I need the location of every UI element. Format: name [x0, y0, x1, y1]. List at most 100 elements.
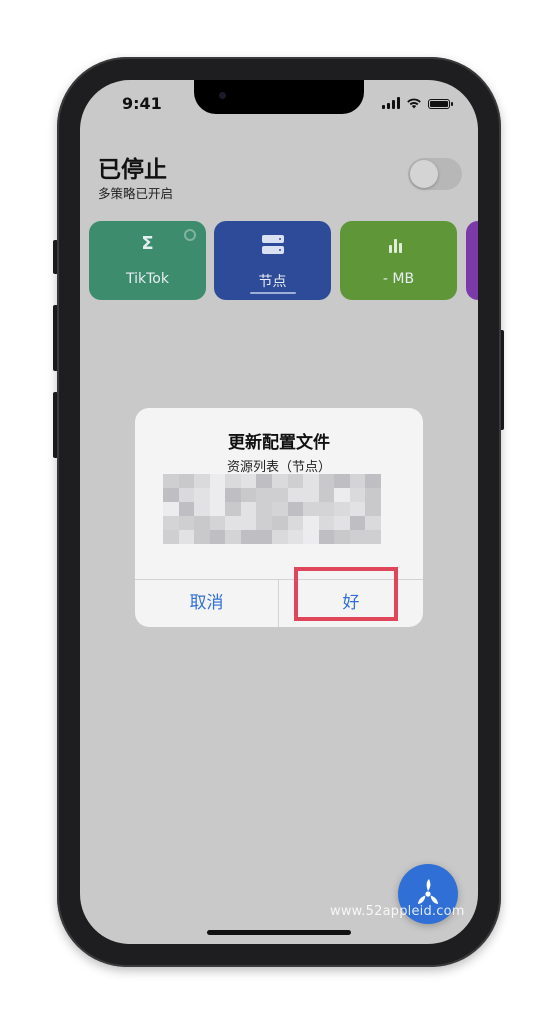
- redacted-pixel: [178, 530, 195, 544]
- ok-button-highlight: [294, 567, 398, 621]
- redacted-pixel: [225, 488, 241, 502]
- tile-label: TikTok: [126, 271, 169, 287]
- status-time: 9:41: [122, 94, 162, 113]
- dialog-title: 更新配置文件: [228, 433, 330, 453]
- redacted-pixel: [334, 474, 350, 488]
- server-icon: [262, 235, 284, 257]
- page-title: 已停止: [98, 157, 167, 183]
- redacted-pixel: [225, 502, 241, 516]
- redacted-pixel: [163, 474, 179, 488]
- redacted-pixel: [349, 530, 366, 544]
- dialog-message: 资源列表（节点）: [226, 460, 331, 475]
- redacted-pixel: [271, 516, 288, 530]
- toggle-knob: [410, 160, 438, 188]
- redacted-pixel: [318, 474, 335, 488]
- redacted-pixel: [256, 474, 272, 488]
- redacted-pixel: [178, 516, 195, 530]
- redacted-pixel: [349, 474, 366, 488]
- redacted-pixel: [334, 530, 350, 544]
- redacted-pixel: [287, 516, 304, 530]
- redacted-pixel: [349, 488, 366, 502]
- sigma-icon: Σ: [141, 233, 154, 254]
- redacted-pixel: [240, 516, 257, 530]
- redacted-pixel: [271, 530, 288, 544]
- redacted-pixel: [240, 488, 257, 502]
- redacted-pixel: [178, 474, 195, 488]
- redacted-pixel: [318, 502, 335, 516]
- redacted-pixel: [163, 488, 179, 502]
- app-screen: 9:41 已停止 多策略已开启 Σ TikTok 节点 - MB 更新配置文件: [80, 80, 478, 944]
- redacted-pixel: [271, 488, 288, 502]
- redacted-pixel: [194, 474, 210, 488]
- redacted-pixel: [240, 530, 257, 544]
- redacted-pixel: [209, 530, 226, 544]
- redacted-pixel: [271, 474, 288, 488]
- redacted-pixel: [318, 488, 335, 502]
- tile-label: 节点: [258, 274, 287, 290]
- redacted-pixel: [303, 516, 319, 530]
- redacted-pixel: [209, 474, 226, 488]
- redacted-pixel: [178, 488, 195, 502]
- redacted-pixel: [334, 502, 350, 516]
- redacted-pixel: [225, 530, 241, 544]
- redacted-pixel: [303, 502, 319, 516]
- redacted-pixel: [365, 474, 381, 488]
- redacted-pixel: [365, 516, 381, 530]
- redacted-content: [163, 474, 381, 544]
- status-icons: [382, 97, 453, 109]
- redacted-pixel: [209, 502, 226, 516]
- redacted-pixel: [240, 502, 257, 516]
- redacted-pixel: [303, 488, 319, 502]
- wifi-icon: [407, 98, 421, 109]
- tile-extra[interactable]: [466, 221, 478, 300]
- redacted-pixel: [194, 516, 210, 530]
- redacted-pixel: [256, 516, 272, 530]
- tile-tiktok[interactable]: Σ TikTok: [89, 221, 206, 300]
- home-indicator: [207, 930, 351, 935]
- redacted-pixel: [209, 488, 226, 502]
- redacted-pixel: [318, 516, 335, 530]
- proxy-toggle[interactable]: [408, 158, 462, 190]
- redacted-pixel: [287, 502, 304, 516]
- redacted-pixel: [365, 530, 381, 544]
- bar-chart-icon: [389, 237, 402, 253]
- redacted-pixel: [271, 502, 288, 516]
- redacted-pixel: [303, 474, 319, 488]
- redacted-pixel: [256, 502, 272, 516]
- redacted-pixel: [365, 488, 381, 502]
- tile-traffic[interactable]: - MB: [340, 221, 457, 300]
- tile-nodes[interactable]: 节点: [214, 221, 331, 300]
- redacted-pixel: [225, 516, 241, 530]
- tile-label: - MB: [382, 271, 415, 287]
- redacted-pixel: [349, 502, 366, 516]
- battery-icon: [428, 99, 453, 109]
- redacted-pixel: [303, 530, 319, 544]
- redacted-pixel: [256, 530, 272, 544]
- cancel-button[interactable]: 取消: [135, 580, 278, 627]
- redacted-pixel: [225, 474, 241, 488]
- redacted-pixel: [318, 530, 335, 544]
- redacted-pixel: [365, 502, 381, 516]
- redacted-pixel: [163, 502, 179, 516]
- signal-icon: [382, 97, 400, 109]
- notch: [194, 80, 364, 114]
- redacted-pixel: [163, 530, 179, 544]
- redacted-pixel: [334, 488, 350, 502]
- redacted-pixel: [349, 516, 366, 530]
- redacted-pixel: [209, 516, 226, 530]
- redacted-pixel: [194, 530, 210, 544]
- redacted-pixel: [163, 516, 179, 530]
- watermark: www.52appleid.com: [330, 904, 465, 919]
- redacted-pixel: [240, 474, 257, 488]
- redacted-pixel: [194, 502, 210, 516]
- redacted-pixel: [287, 488, 304, 502]
- redacted-pixel: [178, 502, 195, 516]
- camera-icon: [219, 92, 226, 99]
- tile-underline: [250, 292, 296, 294]
- redacted-pixel: [287, 530, 304, 544]
- redacted-pixel: [334, 516, 350, 530]
- redacted-pixel: [287, 474, 304, 488]
- redacted-pixel: [256, 488, 272, 502]
- redacted-pixel: [194, 488, 210, 502]
- page-subtitle: 多策略已开启: [98, 186, 174, 201]
